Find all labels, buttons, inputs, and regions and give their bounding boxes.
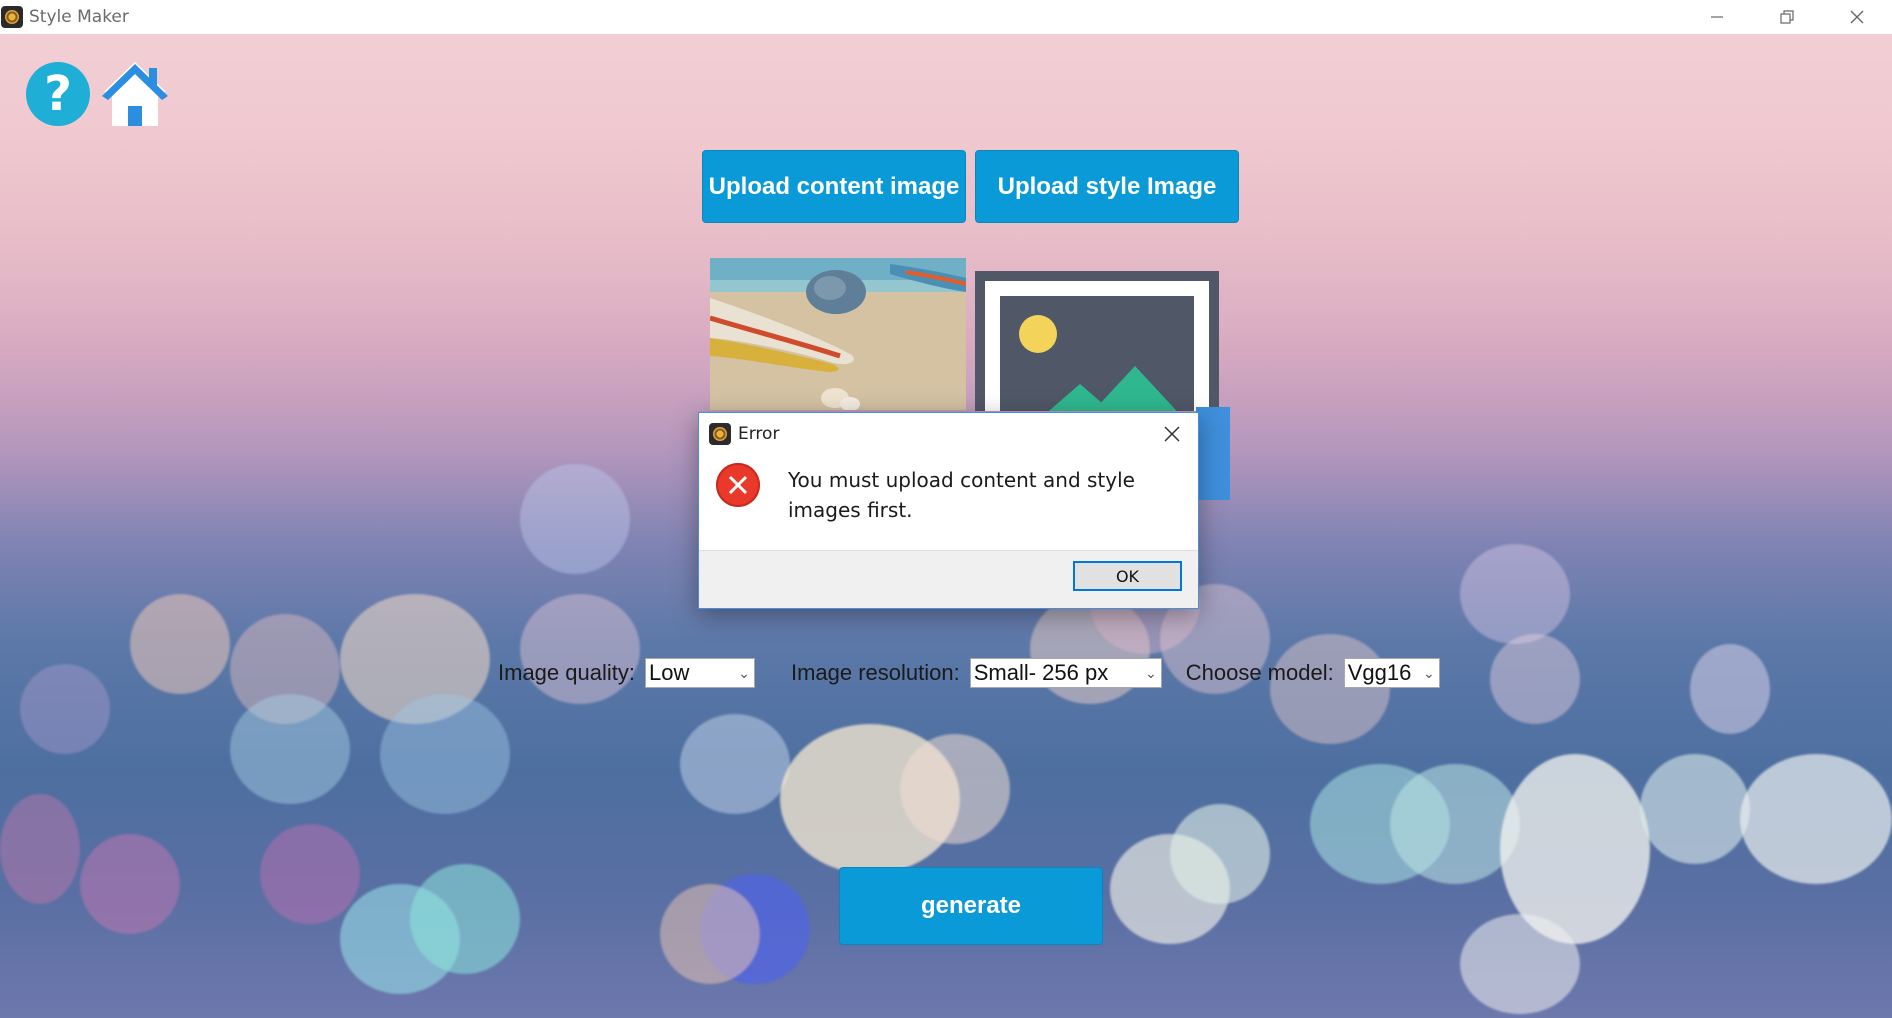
generate-button[interactable]: generate [839,867,1103,945]
bokeh-light [900,734,1010,844]
window-titlebar: Style Maker [0,0,1892,34]
dialog-close-button[interactable] [1160,422,1184,446]
dialog-body: You must upload content and style images… [699,455,1198,551]
window-title: Style Maker [29,7,129,27]
bokeh-light [1460,914,1580,1014]
dialog-title: Error [738,424,780,444]
image-quality-label: Image quality: [498,660,635,685]
chevron-down-icon: ⌄ [738,664,750,681]
chevron-down-icon: ⌄ [1422,664,1435,681]
bokeh-light [410,864,520,974]
upload-content-button[interactable]: Upload content image [702,150,966,223]
choose-model-value: Vgg16 [1347,660,1412,685]
bokeh-light [1740,754,1892,884]
help-icon-glyph: ? [44,66,72,122]
app-logo-icon [1,6,23,28]
bokeh-light [80,834,180,934]
dialog-titlebar: Error [699,413,1198,455]
error-dialog: Error You must upload content and style … [698,412,1199,609]
dialog-message: You must upload content and style images… [788,468,1135,522]
chevron-down-icon: ⌄ [1145,664,1157,681]
app-logo-icon [709,423,731,445]
choose-model-select[interactable]: Vgg16 ⌄ [1343,658,1440,688]
close-icon [1164,426,1180,442]
dialog-footer: OK [699,550,1198,608]
bokeh-light [1690,644,1770,734]
window-controls [1682,0,1892,34]
close-icon [1850,10,1864,24]
bokeh-light [520,464,630,574]
bokeh-light [1460,544,1570,644]
bokeh-light [660,884,760,984]
image-quality-select[interactable]: Low ⌄ [644,658,755,688]
image-quality-value: Low [648,660,690,685]
image-placeholder-icon [1000,296,1194,411]
bokeh-light [230,694,350,804]
restore-button[interactable] [1752,0,1822,34]
bokeh-light [20,664,110,754]
bokeh-light [130,594,230,694]
upload-style-button[interactable]: Upload style Image [975,150,1239,223]
bokeh-light [380,694,510,814]
bokeh-light [260,824,360,924]
bokeh-light [680,714,790,814]
bokeh-light [1270,634,1390,744]
home-icon[interactable] [102,60,168,128]
bokeh-light [1170,804,1270,904]
bokeh-light [1640,754,1750,864]
minimize-icon [1711,16,1723,18]
style-image-placeholder [975,271,1219,411]
ok-button[interactable]: OK [1073,561,1182,591]
close-window-button[interactable] [1822,0,1892,34]
bokeh-light [0,794,80,904]
choose-model-label: Choose model: [1185,660,1334,685]
error-icon [716,463,760,507]
bokeh-light [1490,634,1580,724]
minimize-button[interactable] [1682,0,1752,34]
image-resolution-value: Small- 256 px [973,660,1109,685]
help-icon[interactable]: ? [26,62,90,126]
image-resolution-label: Image resolution: [790,660,960,685]
restore-icon [1780,10,1794,24]
image-resolution-select[interactable]: Small- 256 px ⌄ [969,658,1162,688]
settings-row: Image quality: Low ⌄ Image resolution: S… [498,657,1440,689]
edit-tab[interactable] [1196,407,1230,500]
content-image-preview [710,258,966,410]
